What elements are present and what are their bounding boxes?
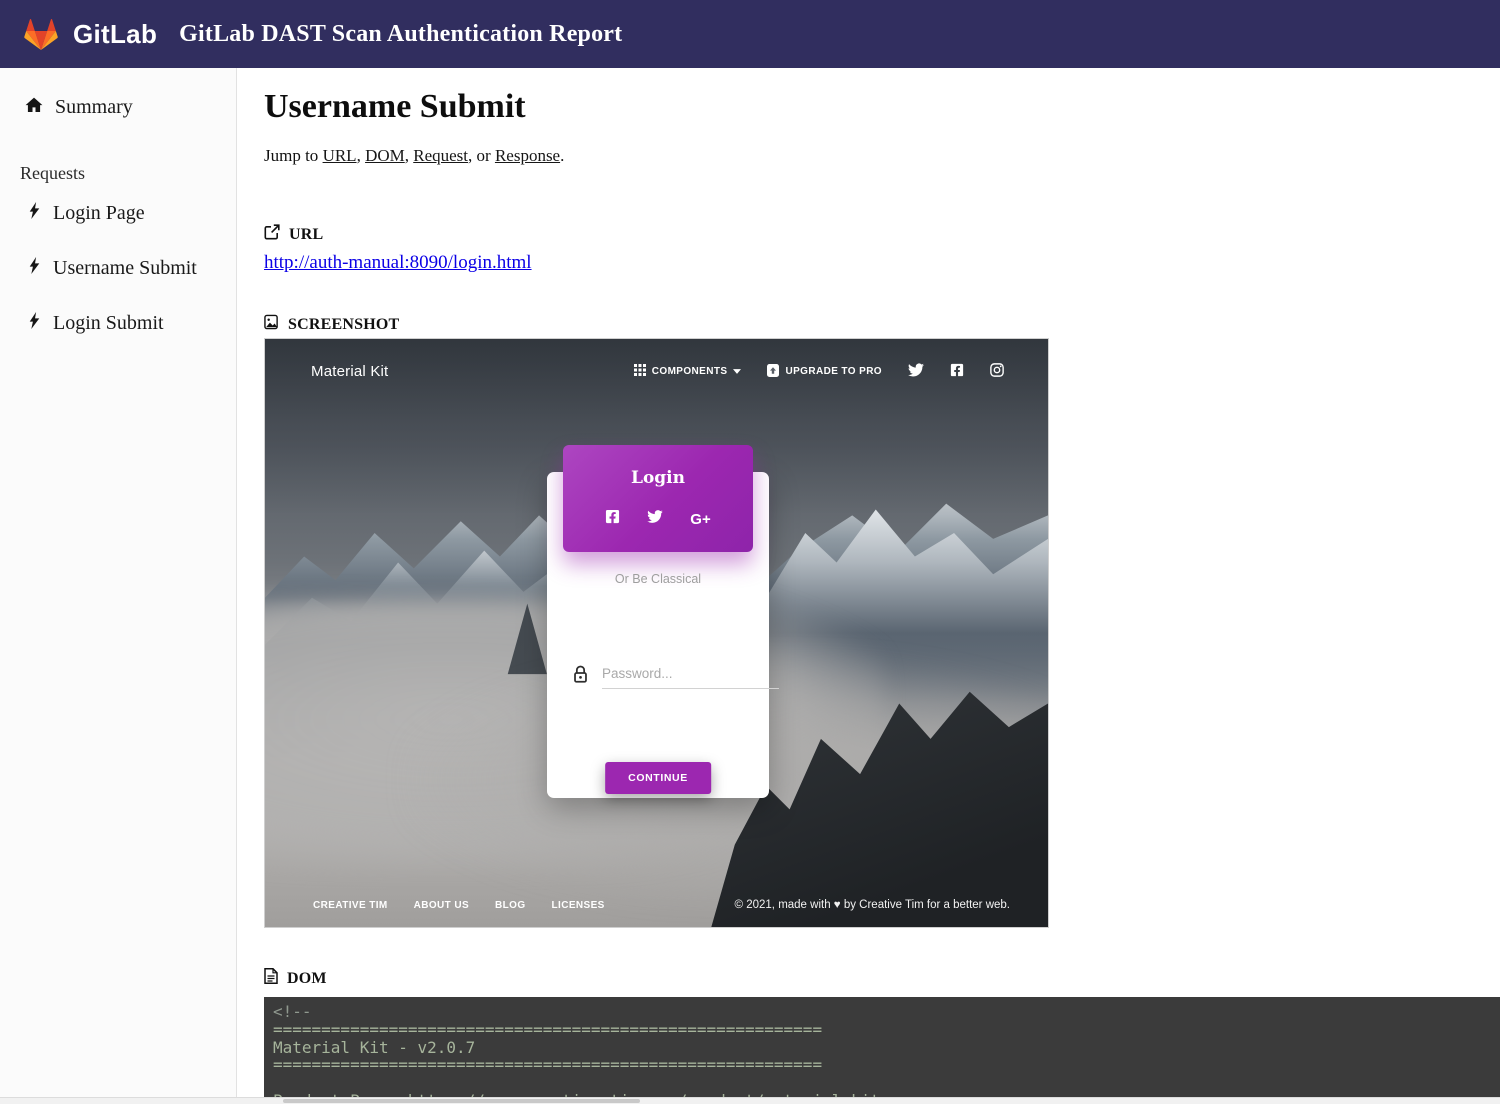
sidebar: Summary Requests Login Page Username Sub…	[0, 68, 237, 1097]
login-card: Login G+ Or Be Classical	[547, 472, 769, 798]
shot-navbar: Material Kit COMPONENTS	[311, 363, 1004, 380]
jump-link-request[interactable]: Request	[413, 146, 468, 165]
gitlab-tanuki-icon	[24, 19, 58, 50]
screenshot-section-header: SCREENSHOT	[264, 314, 1500, 335]
code-line: ========================================…	[273, 1021, 1500, 1039]
screenshot-section-label: SCREENSHOT	[288, 316, 399, 334]
password-row	[573, 662, 743, 689]
shot-upgrade-label: UPGRADE TO PRO	[785, 366, 882, 377]
bolt-icon	[29, 257, 40, 280]
twitter-icon	[647, 510, 663, 528]
jump-suffix: .	[560, 146, 564, 165]
bolt-icon	[29, 202, 40, 225]
sidebar-item-label: Login Page	[53, 202, 145, 225]
jump-links: Jump to URL, DOM, Request, or Response.	[264, 146, 1500, 166]
caret-down-icon	[733, 366, 741, 377]
sidebar-item-label: Username Submit	[53, 257, 197, 280]
jump-separator: ,	[405, 146, 414, 165]
sidebar-item-username-submit[interactable]: Username Submit	[0, 257, 236, 280]
code-line: <!--	[273, 1003, 1500, 1021]
report-title: GitLab DAST Scan Authentication Report	[179, 21, 622, 48]
url-section-label: URL	[289, 226, 323, 244]
bolt-icon	[29, 312, 40, 335]
footer-link-about-us: ABOUT US	[414, 900, 469, 911]
home-icon	[25, 96, 43, 119]
sidebar-item-label: Login Submit	[53, 312, 164, 335]
login-title: Login	[563, 468, 753, 488]
code-line: Material Kit - v2.0.7	[273, 1039, 1500, 1057]
horizontal-scrollbar-thumb[interactable]	[283, 1099, 640, 1103]
footer-link-licenses: LICENSES	[552, 900, 605, 911]
footer-link-blog: BLOG	[495, 900, 526, 911]
password-input	[602, 662, 779, 689]
box-arrow-icon	[767, 364, 779, 380]
continue-button: CONTINUE	[605, 762, 711, 794]
facebook-icon	[950, 363, 964, 380]
grid-icon	[634, 364, 646, 379]
jump-separator: , or	[468, 146, 495, 165]
shot-components-label: COMPONENTS	[652, 366, 728, 377]
dom-section-label: DOM	[287, 970, 327, 988]
dom-code-block: <!-- ===================================…	[264, 997, 1500, 1097]
sidebar-section-requests: Requests	[0, 163, 236, 184]
dom-section-header: DOM	[264, 968, 1500, 989]
or-be-classical-text: Or Be Classical	[547, 572, 769, 586]
shot-upgrade-button: UPGRADE TO PRO	[767, 364, 882, 380]
url-section-header: URL	[264, 224, 1500, 245]
facebook-icon	[605, 509, 620, 529]
footer-copyright: © 2021, made with ♥ by Creative Tim for …	[735, 899, 1010, 911]
lock-icon	[573, 665, 588, 689]
shot-components-menu: COMPONENTS	[634, 364, 742, 379]
gitlab-brand: GitLab	[73, 19, 157, 50]
sidebar-item-summary[interactable]: Summary	[0, 96, 236, 119]
google-plus-icon: G+	[690, 512, 710, 527]
code-line: ========================================…	[273, 1056, 1500, 1074]
shot-brand: Material Kit	[311, 363, 388, 380]
image-icon	[264, 314, 279, 335]
code-line	[273, 1074, 1500, 1092]
main-content: Username Submit Jump to URL, DOM, Reques…	[238, 68, 1500, 1097]
jump-link-response[interactable]: Response	[495, 146, 560, 165]
auth-screenshot-image: Material Kit COMPONENTS	[264, 338, 1049, 928]
top-navbar: GitLab GitLab DAST Scan Authentication R…	[0, 0, 1500, 68]
sidebar-item-login-page[interactable]: Login Page	[0, 202, 236, 225]
twitter-icon	[908, 363, 924, 380]
horizontal-scrollbar[interactable]	[0, 1097, 1500, 1104]
sidebar-item-login-submit[interactable]: Login Submit	[0, 312, 236, 335]
jump-link-url[interactable]: URL	[323, 146, 357, 165]
shot-footer: CREATIVE TIM ABOUT US BLOG LICENSES © 20…	[313, 899, 1010, 911]
scanned-url-link[interactable]: http://auth-manual:8090/login.html	[264, 252, 532, 274]
page-title: Username Submit	[264, 88, 1500, 126]
jump-separator: ,	[357, 146, 366, 165]
jump-prefix: Jump to	[264, 146, 323, 165]
login-card-header: Login G+	[563, 445, 753, 552]
file-icon	[264, 968, 278, 989]
external-link-icon	[264, 224, 280, 245]
sidebar-item-label: Summary	[55, 96, 133, 119]
footer-link-creative-tim: CREATIVE TIM	[313, 900, 388, 911]
instagram-icon	[990, 363, 1004, 380]
jump-link-dom[interactable]: DOM	[365, 146, 405, 165]
